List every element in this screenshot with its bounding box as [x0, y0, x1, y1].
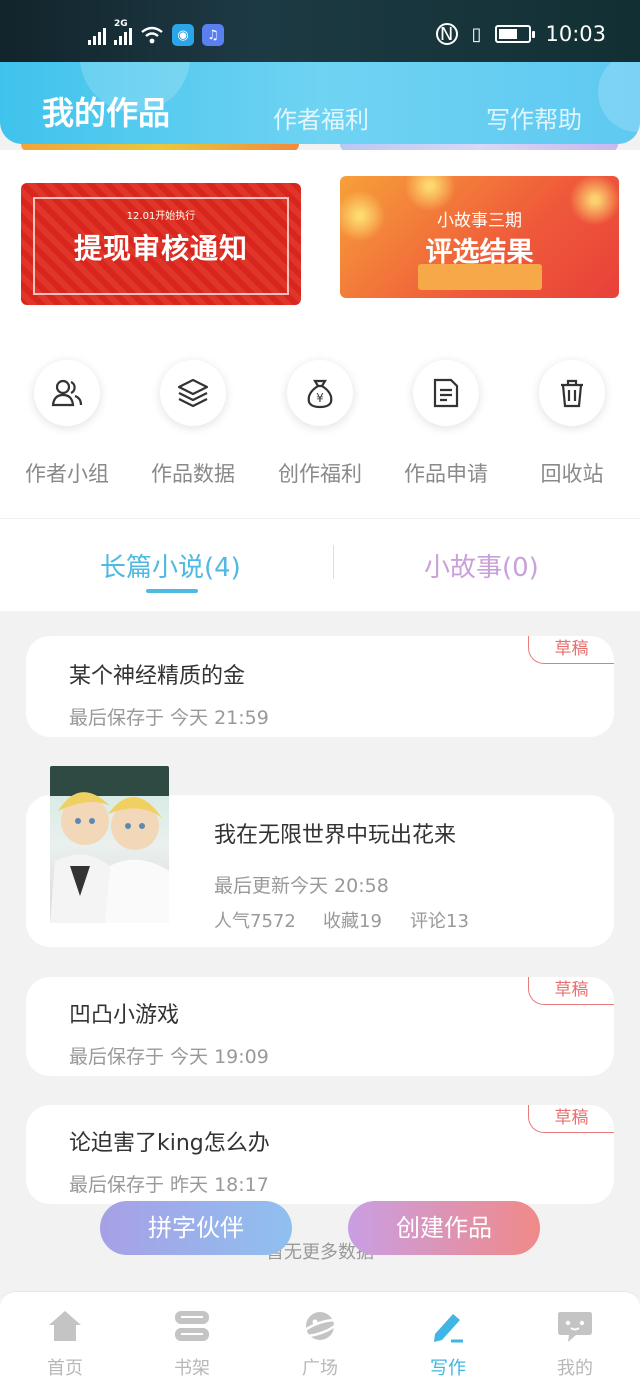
- work-title: 论迫害了king怎么办: [69, 1131, 270, 1156]
- nav-label: 我的: [557, 1358, 593, 1379]
- draft-badge: 草稿: [528, 977, 614, 1005]
- signal-icon: [88, 25, 106, 45]
- nav-write[interactable]: 写作: [408, 1306, 488, 1380]
- document-icon: [413, 360, 479, 426]
- active-tab-indicator: [146, 589, 198, 593]
- create-work-button[interactable]: 创建作品: [348, 1201, 540, 1255]
- music-app-icon: ♫: [202, 24, 224, 46]
- quick-action-label: 创作福利: [278, 462, 362, 486]
- group-icon: [34, 360, 100, 426]
- pen-icon: [408, 1306, 488, 1346]
- vibrate-icon: ▯: [471, 23, 482, 45]
- work-saved-time: 最后保存于 今天 19:09: [69, 1046, 269, 1068]
- banner-title: 评选结果: [425, 237, 534, 268]
- work-card[interactable]: 草稿 凹凸小游戏 最后保存于 今天 19:09: [26, 977, 614, 1076]
- status-bar: 2G ◉ ♫ N ▯ 10:03: [0, 0, 640, 62]
- nav-home[interactable]: 首页: [25, 1306, 105, 1380]
- tab-long-novels[interactable]: 长篇小说(4): [100, 547, 241, 584]
- quick-action-label: 回收站: [540, 462, 604, 486]
- tab-author-benefits[interactable]: 作者福利: [273, 100, 369, 135]
- app-header: 我的作品 作者福利 写作帮助: [0, 62, 640, 144]
- app-notification-icon: ◉: [172, 24, 194, 46]
- tab-divider: [333, 545, 334, 579]
- home-icon: [25, 1306, 105, 1346]
- quick-action-label: 作品数据: [151, 462, 235, 486]
- signal-2g-icon: 2G: [114, 19, 132, 45]
- quick-action-author-group[interactable]: 作者小组: [4, 360, 130, 488]
- work-title: 某个神经精质的金: [69, 664, 246, 689]
- status-right-icons: N ▯ 10:03: [435, 22, 606, 46]
- banner-date-text: 12.01开始执行: [126, 211, 196, 222]
- nav-label: 书架: [174, 1358, 210, 1379]
- work-saved-time: 最后保存于 昨天 18:17: [69, 1174, 269, 1196]
- banner-section: 12.01开始执行 提现审核通知 小故事三期 评选结果: [0, 150, 640, 330]
- battery-icon: [495, 25, 536, 43]
- status-time: 10:03: [545, 22, 606, 46]
- network-type: 2G: [114, 19, 128, 29]
- quick-action-work-application[interactable]: 作品申请: [383, 360, 509, 488]
- work-favorites: 收藏19: [323, 911, 382, 932]
- page-title: 我的作品: [42, 94, 171, 132]
- layers-icon: [160, 360, 226, 426]
- quick-action-recycle-bin[interactable]: 回收站: [509, 360, 635, 488]
- quick-actions: 作者小组 作品数据 ¥ 创作福利 作品申请 回收站: [0, 330, 640, 518]
- no-more-data-text: 暂无更多数据: [266, 1242, 374, 1263]
- bookshelf-icon: [152, 1306, 232, 1346]
- nav-label: 广场: [302, 1358, 338, 1379]
- quick-action-label: 作品申请: [404, 462, 488, 486]
- quick-action-label: 作者小组: [25, 462, 109, 486]
- tab-writing-help[interactable]: 写作帮助: [486, 100, 582, 135]
- nav-bookshelf[interactable]: 书架: [152, 1306, 232, 1380]
- work-updated-time: 最后更新今天 20:58: [214, 875, 389, 897]
- banner-subtitle: 小故事三期: [437, 211, 522, 231]
- withdrawal-notice-banner[interactable]: 12.01开始执行 提现审核通知: [21, 183, 301, 305]
- story-results-banner[interactable]: 小故事三期 评选结果: [340, 176, 619, 298]
- nav-plaza[interactable]: 广场: [280, 1306, 360, 1380]
- nav-me[interactable]: 我的: [535, 1306, 615, 1380]
- nav-label: 首页: [47, 1358, 83, 1379]
- nfc-icon: N: [435, 23, 458, 45]
- header-bubble-decor: [598, 62, 640, 132]
- work-comments: 评论13: [410, 911, 469, 932]
- money-bag-icon: ¥: [287, 360, 353, 426]
- writing-partner-button[interactable]: 拼字伙伴: [100, 1201, 292, 1255]
- draft-badge: 草稿: [528, 636, 614, 664]
- banner-title: 提现审核通知: [73, 232, 248, 265]
- quick-action-work-data[interactable]: 作品数据: [130, 360, 256, 488]
- work-card[interactable]: 草稿 某个神经精质的金 最后保存于 今天 21:59: [26, 636, 614, 737]
- quick-action-creation-benefits[interactable]: ¥ 创作福利: [257, 360, 383, 488]
- svg-text:¥: ¥: [316, 391, 324, 405]
- work-popularity: 人气7572: [214, 911, 296, 932]
- work-card[interactable]: 草稿 论迫害了king怎么办 最后保存于 昨天 18:17: [26, 1105, 614, 1204]
- work-title: 我在无限世界中玩出花来: [214, 823, 457, 848]
- chat-bubble-icon: [535, 1306, 615, 1346]
- trash-icon: [539, 360, 605, 426]
- work-saved-time: 最后保存于 今天 21:59: [69, 707, 269, 729]
- work-title: 凹凸小游戏: [69, 1003, 180, 1028]
- book-cover-image[interactable]: [50, 766, 169, 923]
- bottom-navigation: 首页 书架 广场 写作 我的: [0, 1291, 640, 1387]
- status-left-icons: 2G ◉ ♫: [88, 19, 224, 46]
- draft-badge: 草稿: [528, 1105, 614, 1133]
- wifi-icon: [141, 26, 163, 44]
- tab-short-stories[interactable]: 小故事(0): [424, 547, 539, 584]
- planet-icon: [280, 1306, 360, 1346]
- nav-label: 写作: [430, 1358, 466, 1379]
- novel-tabs: 长篇小说(4) 小故事(0): [0, 519, 640, 611]
